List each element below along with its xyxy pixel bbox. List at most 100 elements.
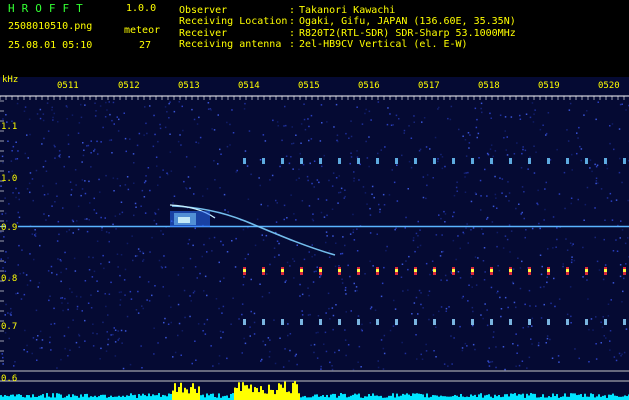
noise-speckle xyxy=(243,276,245,278)
noise-speckle xyxy=(64,347,66,350)
noise-speckle xyxy=(499,177,501,179)
noise-speckle xyxy=(210,345,212,347)
level-bar xyxy=(298,393,300,400)
noise-speckle xyxy=(422,176,425,178)
noise-speckle xyxy=(173,195,176,197)
spectrogram-plot xyxy=(0,77,629,400)
level-bar xyxy=(530,393,532,400)
noise-speckle xyxy=(52,119,54,121)
level-bar xyxy=(100,394,102,400)
noise-speckle xyxy=(181,330,184,332)
echo-blip-core xyxy=(357,269,360,272)
level-bar xyxy=(596,396,598,400)
noise-speckle xyxy=(178,322,181,325)
noise-speckle xyxy=(117,266,119,268)
noise-speckle xyxy=(483,279,486,281)
noise-speckle xyxy=(472,227,475,229)
level-bar xyxy=(4,395,6,400)
level-bar xyxy=(210,393,212,400)
noise-speckle xyxy=(269,263,271,266)
noise-speckle xyxy=(19,272,21,275)
noise-speckle xyxy=(325,231,328,233)
noise-speckle xyxy=(211,128,213,130)
noise-speckle xyxy=(267,337,270,339)
noise-speckle xyxy=(244,342,247,345)
noise-speckle xyxy=(72,220,75,223)
noise-speckle xyxy=(520,167,523,169)
noise-speckle xyxy=(285,155,288,157)
noise-speckle xyxy=(311,255,313,258)
noise-speckle xyxy=(21,249,23,251)
noise-speckle xyxy=(24,329,26,332)
noise-speckle xyxy=(16,158,19,160)
level-bar xyxy=(444,396,446,400)
noise-speckle xyxy=(113,190,115,192)
noise-speckle xyxy=(69,349,71,351)
noise-speckle xyxy=(179,134,181,136)
noise-speckle xyxy=(18,192,20,194)
noise-speckle xyxy=(595,182,597,185)
noise-speckle xyxy=(380,295,383,298)
noise-speckle xyxy=(373,196,375,199)
level-bar xyxy=(274,394,276,400)
noise-speckle xyxy=(418,289,421,292)
noise-speckle xyxy=(415,232,418,235)
noise-speckle xyxy=(350,120,352,122)
noise-speckle xyxy=(78,346,81,348)
noise-speckle xyxy=(293,277,295,279)
noise-speckle xyxy=(425,343,427,346)
level-bar xyxy=(338,395,340,400)
noise-speckle xyxy=(589,159,592,161)
noise-speckle xyxy=(269,179,271,181)
noise-speckle xyxy=(583,114,585,116)
noise-speckle xyxy=(220,153,222,155)
noise-speckle xyxy=(8,203,10,205)
level-bar xyxy=(176,391,178,400)
level-bar xyxy=(26,394,28,400)
level-bar xyxy=(90,396,92,400)
noise-speckle xyxy=(232,132,235,134)
noise-speckle xyxy=(405,216,407,219)
noise-speckle xyxy=(429,148,431,150)
level-bar xyxy=(256,388,258,400)
noise-speckle xyxy=(62,207,64,209)
noise-speckle xyxy=(448,306,450,308)
noise-speckle xyxy=(411,313,413,315)
noise-speckle xyxy=(521,211,523,214)
noise-speckle xyxy=(606,164,608,166)
noise-speckle xyxy=(75,341,78,344)
noise-speckle xyxy=(535,305,537,307)
noise-speckle xyxy=(573,259,576,262)
noise-speckle xyxy=(625,109,627,111)
level-bar xyxy=(80,394,82,400)
noise-speckle xyxy=(388,194,391,196)
noise-speckle xyxy=(545,342,547,344)
noise-speckle xyxy=(101,229,103,231)
level-bar xyxy=(450,396,452,400)
noise-speckle xyxy=(84,180,86,182)
noise-speckle xyxy=(443,363,446,365)
noise-speckle xyxy=(620,220,622,222)
noise-speckle xyxy=(157,140,159,143)
echo-blip-core xyxy=(452,269,455,272)
noise-speckle xyxy=(338,349,340,352)
noise-speckle xyxy=(60,280,62,283)
noise-speckle xyxy=(92,332,94,334)
level-bar xyxy=(528,395,530,400)
noise-speckle xyxy=(210,109,212,111)
noise-speckle xyxy=(193,193,195,195)
noise-speckle xyxy=(517,257,519,259)
noise-speckle xyxy=(392,325,395,327)
noise-speckle xyxy=(203,243,205,246)
echo-blip xyxy=(585,158,588,164)
level-bar xyxy=(206,393,208,400)
noise-speckle xyxy=(545,132,548,135)
level-bar xyxy=(138,394,140,400)
noise-speckle xyxy=(589,167,591,169)
noise-speckle xyxy=(421,358,424,360)
noise-speckle xyxy=(595,118,597,121)
noise-speckle xyxy=(350,310,352,312)
noise-speckle xyxy=(543,303,545,306)
noise-speckle xyxy=(290,156,292,158)
noise-speckle xyxy=(102,126,104,129)
